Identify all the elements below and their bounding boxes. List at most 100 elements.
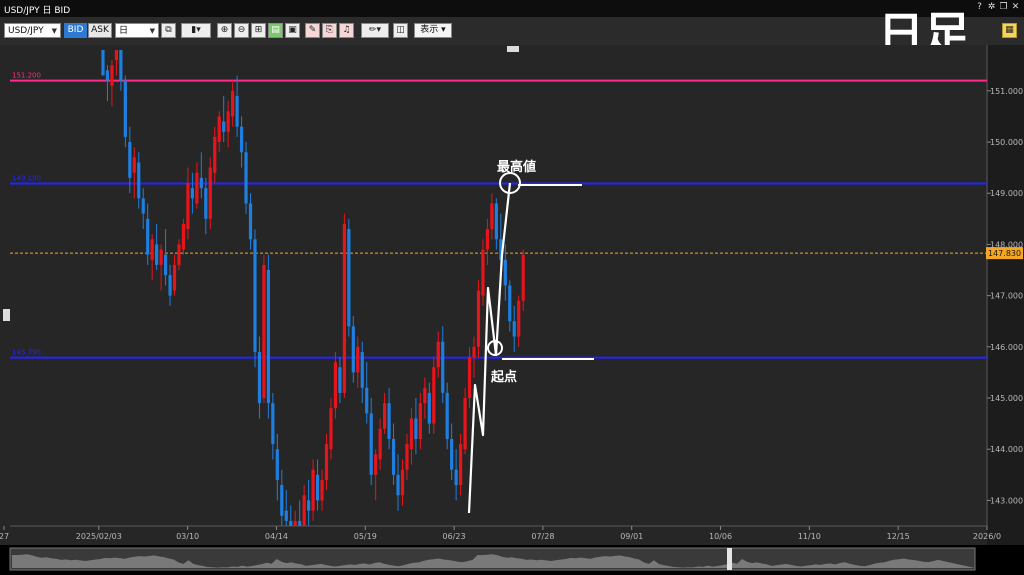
candle[interactable]: [217, 116, 221, 143]
candle[interactable]: [231, 90, 235, 117]
navigator-range-handle[interactable]: [727, 548, 732, 570]
candle[interactable]: [248, 203, 253, 240]
draw-tool-icon[interactable]: ✏▾: [361, 23, 389, 38]
candle[interactable]: [172, 264, 177, 291]
candle[interactable]: [163, 254, 168, 276]
candle[interactable]: [347, 229, 351, 327]
bid-button[interactable]: BID: [64, 23, 87, 38]
candle[interactable]: [204, 188, 208, 219]
restore-icon[interactable]: ❐: [998, 2, 1009, 13]
candle[interactable]: [168, 275, 172, 296]
display-menu-button[interactable]: 表示 ▾: [414, 23, 452, 38]
candle[interactable]: [490, 203, 494, 230]
candle[interactable]: [374, 454, 378, 475]
candle[interactable]: [338, 367, 342, 393]
candle[interactable]: [213, 136, 217, 173]
candle[interactable]: [387, 403, 391, 439]
split-window-icon[interactable]: ⊞: [251, 23, 266, 38]
candle[interactable]: [271, 403, 275, 445]
copy-indicator-icon[interactable]: ⎘: [322, 23, 337, 38]
window-layout-icon[interactable]: ▣: [285, 23, 300, 38]
candle[interactable]: [262, 264, 266, 399]
candle[interactable]: [503, 259, 507, 286]
candle[interactable]: [155, 244, 159, 265]
ask-button[interactable]: ASK: [88, 23, 112, 38]
help-icon[interactable]: ?: [974, 2, 985, 13]
zoom-in-icon[interactable]: ⊕: [217, 23, 232, 38]
candle[interactable]: [342, 223, 346, 393]
candle[interactable]: [378, 428, 382, 460]
candle[interactable]: [239, 126, 244, 153]
link-icon[interactable]: ⧉: [161, 23, 176, 38]
candle[interactable]: [360, 351, 364, 388]
candle[interactable]: [275, 449, 279, 480]
candle[interactable]: [356, 346, 360, 373]
candle[interactable]: [244, 152, 248, 204]
candle[interactable]: [177, 244, 181, 265]
candle[interactable]: [329, 408, 333, 450]
candle[interactable]: [190, 188, 194, 199]
candle[interactable]: [485, 229, 490, 250]
candle[interactable]: [436, 341, 440, 368]
zoom-out-icon[interactable]: ⊖: [234, 23, 249, 38]
candle[interactable]: [150, 239, 154, 260]
candle[interactable]: [517, 300, 521, 337]
candle[interactable]: [467, 357, 472, 399]
candle[interactable]: [383, 403, 387, 429]
candle[interactable]: [459, 444, 463, 486]
candle[interactable]: [450, 438, 454, 470]
candle[interactable]: [266, 270, 270, 404]
candle[interactable]: [253, 239, 257, 352]
candle[interactable]: [508, 285, 512, 322]
chart-area[interactable]: 151.000 150.000 149.000 148.000 147.000 146.0…: [0, 45, 1024, 575]
candle[interactable]: [307, 500, 311, 511]
candle[interactable]: [141, 198, 145, 214]
candle[interactable]: [181, 223, 186, 250]
candle[interactable]: [391, 438, 396, 475]
candle[interactable]: [400, 469, 405, 496]
candle[interactable]: [105, 70, 110, 81]
candle[interactable]: [128, 142, 132, 178]
candle[interactable]: [512, 321, 516, 337]
candle[interactable]: [445, 392, 449, 439]
plot-background[interactable]: [0, 45, 1024, 545]
candle[interactable]: [302, 495, 306, 526]
candle[interactable]: [101, 50, 105, 76]
panel-toggle-icon[interactable]: ▤: [268, 23, 283, 38]
candle[interactable]: [298, 520, 302, 526]
candle[interactable]: [132, 157, 136, 173]
candle[interactable]: [454, 469, 458, 486]
candle[interactable]: [472, 346, 476, 358]
candle[interactable]: [409, 418, 414, 450]
add-indicator-icon[interactable]: ✎: [305, 23, 320, 38]
symbol-select[interactable]: USD/JPY ▼: [4, 23, 61, 38]
candle[interactable]: [114, 50, 119, 61]
candle[interactable]: [369, 413, 373, 475]
candle[interactable]: [186, 182, 190, 230]
candle[interactable]: [195, 172, 199, 204]
candle[interactable]: [333, 362, 338, 409]
period-select[interactable]: 日 ▼: [115, 23, 159, 38]
candle[interactable]: [199, 177, 203, 189]
candle[interactable]: [208, 167, 212, 219]
candle[interactable]: [481, 249, 485, 296]
candle[interactable]: [137, 162, 141, 199]
candle[interactable]: [432, 367, 436, 424]
candle[interactable]: [396, 474, 400, 496]
grid-settings-icon[interactable]: ▦: [1002, 23, 1017, 38]
collapse-top-handle[interactable]: [507, 46, 519, 52]
candle[interactable]: [110, 65, 114, 86]
candle[interactable]: [521, 254, 525, 301]
candle[interactable]: [418, 403, 422, 439]
candle[interactable]: [293, 520, 297, 526]
sound-alert-icon[interactable]: ♫: [339, 23, 354, 38]
candle[interactable]: [414, 418, 418, 439]
candle[interactable]: [280, 485, 284, 516]
candle[interactable]: [463, 398, 467, 450]
close-icon[interactable]: ✕: [1010, 2, 1021, 13]
candle[interactable]: [222, 121, 226, 132]
candle[interactable]: [289, 520, 293, 526]
candle[interactable]: [159, 249, 163, 265]
candle[interactable]: [423, 387, 427, 404]
candle[interactable]: [226, 111, 230, 132]
